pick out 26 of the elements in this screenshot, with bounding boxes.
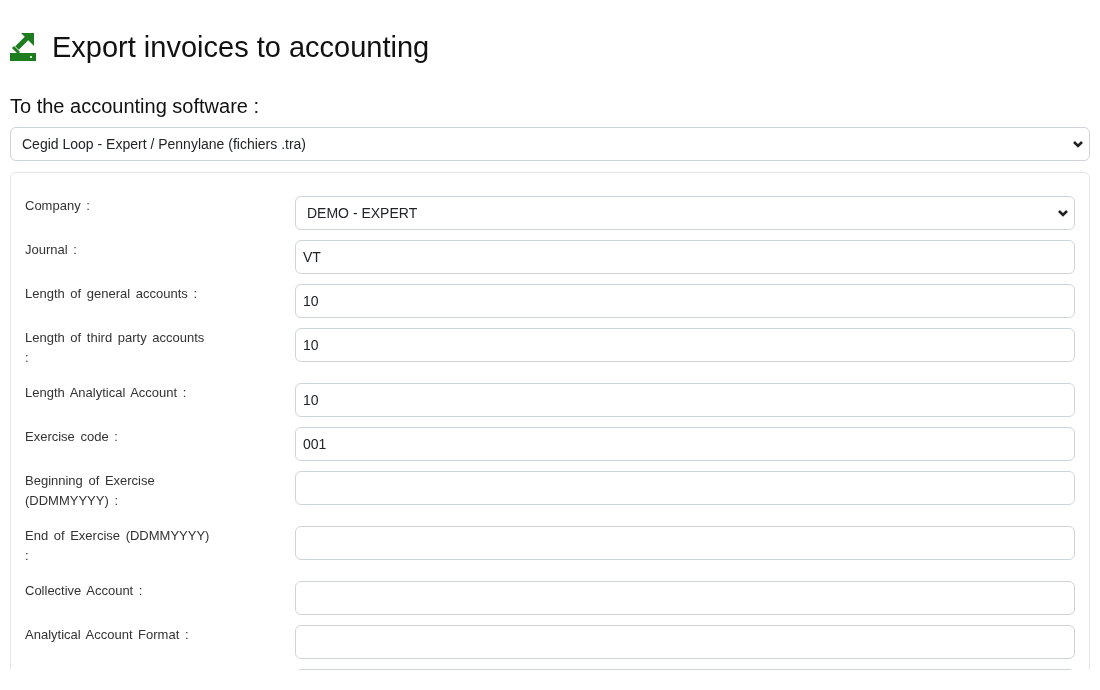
company-dropdown[interactable]: DEMO - EXPERT: [295, 196, 1075, 230]
software-dropdown[interactable]: Cegid Loop - Expert / Pennylane (fichiers .tra): [10, 127, 1090, 161]
input-field[interactable]: 10: [295, 383, 1075, 417]
field-label: Length of general accounts :: [25, 285, 199, 303]
field-label: Beginning of Exercise (DDMMYYYY) :: [25, 472, 156, 510]
input-field[interactable]: 001: [295, 427, 1075, 461]
field-label: Length Analytical Account :: [25, 384, 188, 402]
input-field[interactable]: [295, 526, 1075, 560]
input-field[interactable]: 10: [295, 284, 1075, 318]
input-field[interactable]: VT: [295, 240, 1075, 274]
field-label: Analytical Account Format :: [25, 626, 190, 644]
field-label: Length of third party accounts :: [25, 329, 206, 367]
field-label: Exercise code :: [25, 428, 119, 446]
field-label: Journal :: [25, 241, 78, 259]
field-label: Collective Account :: [25, 582, 144, 600]
section-heading: To the accounting software :: [10, 94, 261, 118]
export-arrow-icon: [10, 33, 36, 61]
field-label: End of Exercise (DDMMYYYY) :: [25, 527, 211, 565]
input-field[interactable]: [295, 581, 1075, 615]
field-label: Company :: [25, 197, 91, 215]
input-field[interactable]: [295, 471, 1075, 505]
chevron-down-icon: [1073, 140, 1083, 148]
chevron-down-icon: [1058, 209, 1068, 217]
input-field[interactable]: 10: [295, 328, 1075, 362]
page-title: Export invoices to accounting: [52, 30, 430, 65]
input-field[interactable]: [295, 625, 1075, 659]
